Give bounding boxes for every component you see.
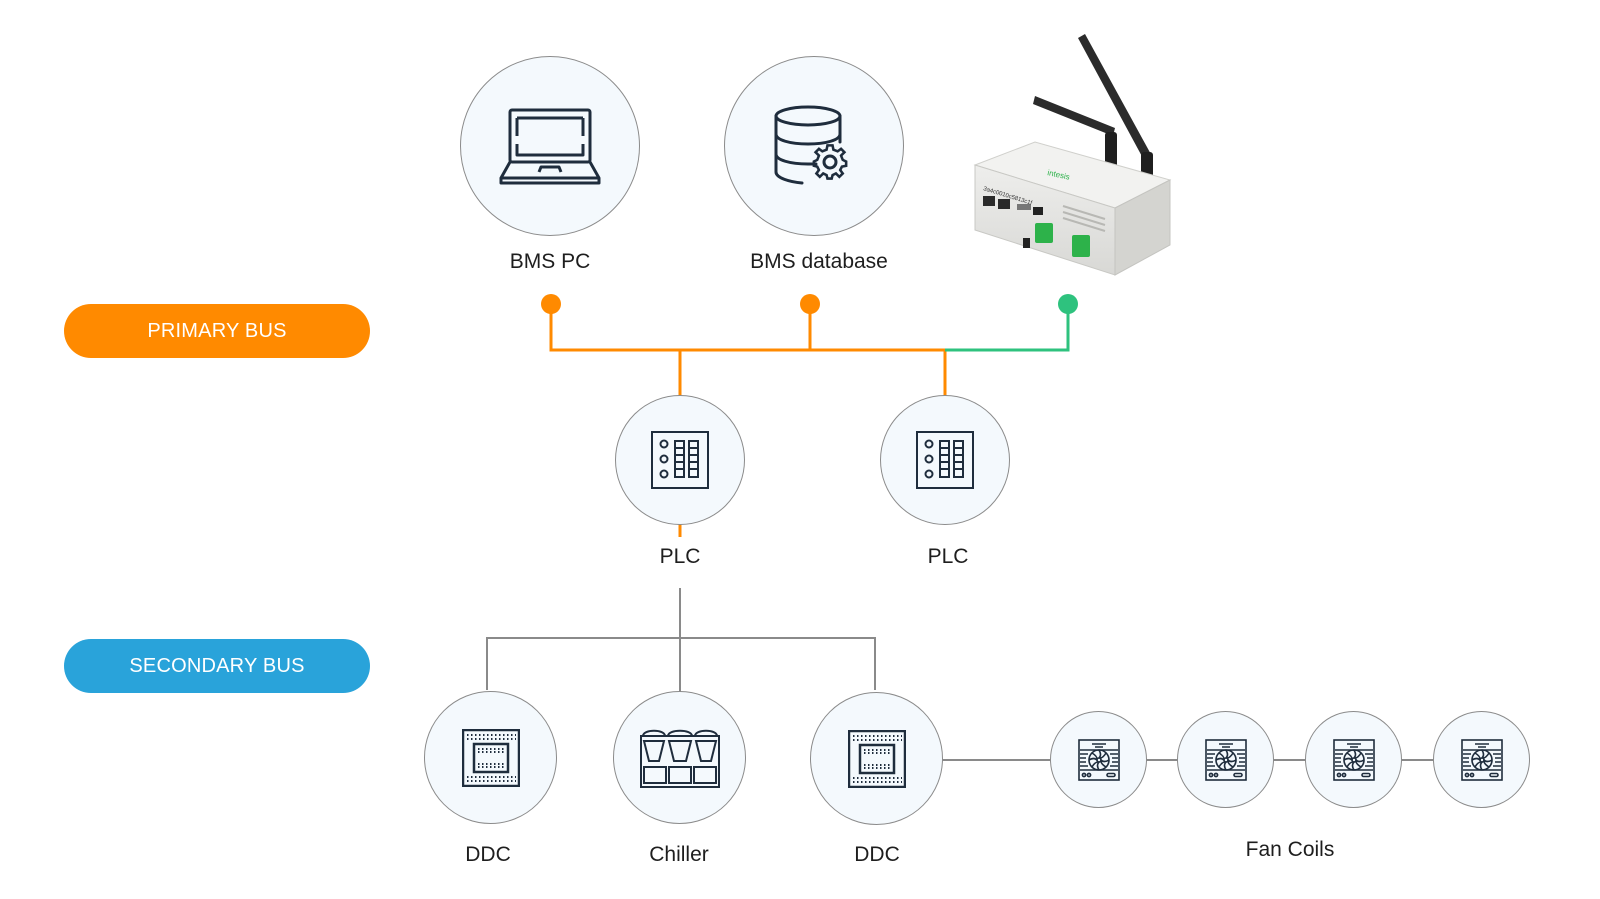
bms-database-node[interactable] — [724, 56, 904, 236]
secondary-bus-label: SECONDARY BUS — [129, 654, 305, 677]
plc-node-2[interactable] — [880, 395, 1010, 525]
bms-pc-bus-dot — [541, 294, 561, 314]
iot-gateway-device-image[interactable]: intesis 3a4c0010c5813c1f — [965, 30, 1180, 285]
plc-node-1[interactable] — [615, 395, 745, 525]
ddc-node-2[interactable] — [810, 692, 943, 825]
chiller-node[interactable] — [613, 691, 746, 824]
bms-database-label: BMS database — [750, 250, 888, 273]
primary-bus-legend: PRIMARY BUS — [64, 304, 370, 358]
gateway-link — [945, 306, 1070, 352]
fan-coil-icon — [1332, 738, 1375, 781]
fan-coil-icon — [1460, 738, 1503, 781]
bms-db-bus-dot — [800, 294, 820, 314]
chiller-icon — [639, 729, 720, 788]
chip-icon — [461, 728, 520, 787]
fan-coil-node-1[interactable] — [1050, 711, 1147, 808]
bms-pc-node[interactable] — [460, 56, 640, 236]
bms-pc-drop — [549, 306, 946, 352]
database-gear-icon — [774, 105, 848, 185]
ddc-2-label: DDC — [854, 843, 900, 866]
plc-panel-icon — [916, 431, 974, 489]
ddc-1-label: DDC — [465, 843, 511, 866]
gateway-bus-dot — [1058, 294, 1078, 314]
secondary-bus-legend: SECONDARY BUS — [64, 639, 370, 693]
ddc-node-1[interactable] — [424, 691, 557, 824]
fan-coil-icon — [1077, 738, 1120, 781]
plc-1-label: PLC — [659, 545, 701, 568]
chip-icon — [847, 729, 906, 788]
laptop-icon — [499, 108, 601, 185]
bms-pc-label: BMS PC — [509, 250, 591, 273]
plc-panel-icon — [651, 431, 709, 489]
plc-2-label: PLC — [927, 545, 969, 568]
fan-coil-node-3[interactable] — [1305, 711, 1402, 808]
primary-bus-label: PRIMARY BUS — [147, 319, 287, 342]
fan-coil-node-2[interactable] — [1177, 711, 1274, 808]
chiller-label: Chiller — [649, 843, 709, 866]
fan-coils-label: Fan Coils — [1245, 838, 1335, 861]
fan-coil-icon — [1204, 738, 1247, 781]
fan-coil-node-4[interactable] — [1433, 711, 1530, 808]
